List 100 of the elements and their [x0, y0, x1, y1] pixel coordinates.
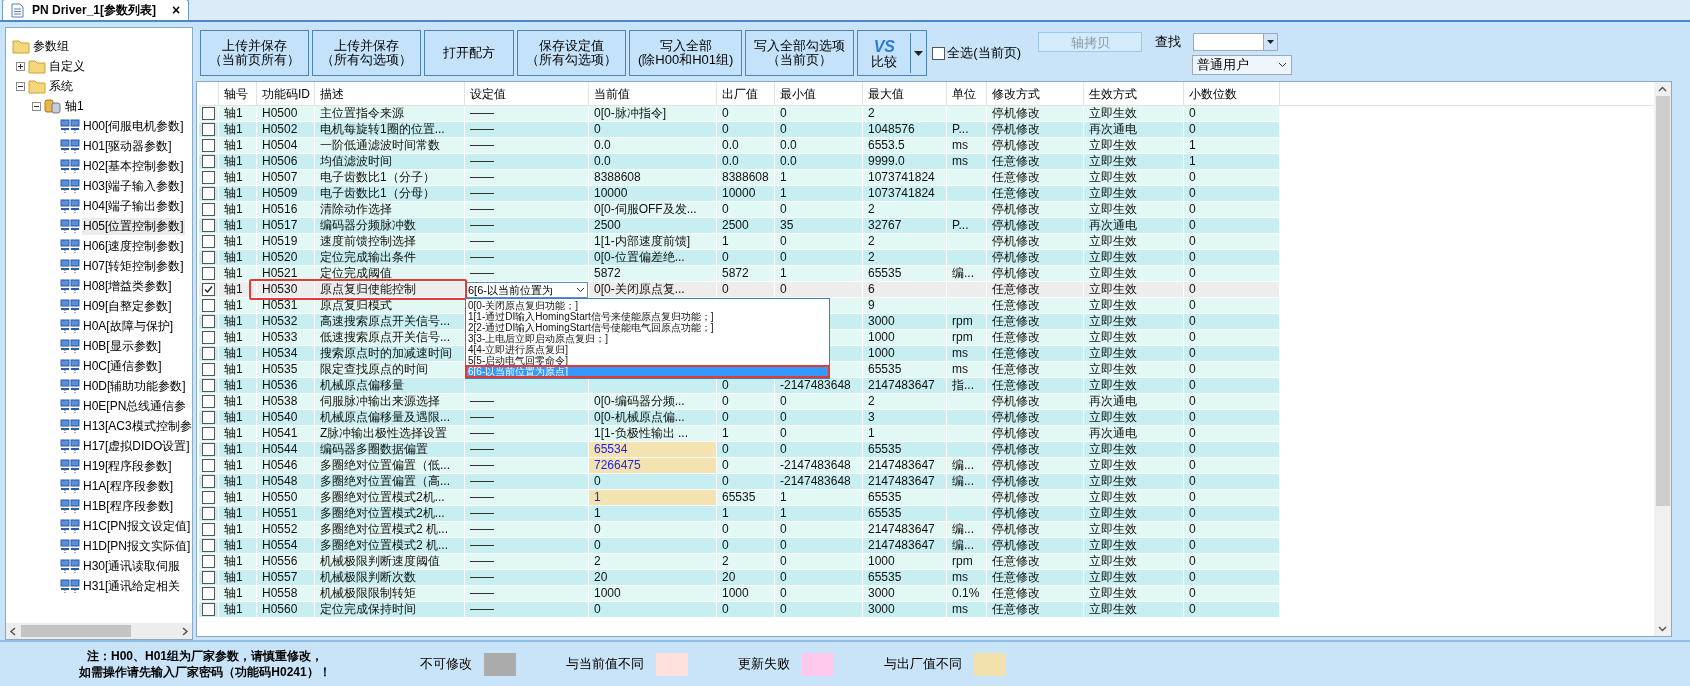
table-cell-text: H0500 [261, 106, 299, 121]
table-cell-text: 2 [867, 250, 876, 265]
table-cell-text: H0531 [261, 298, 299, 313]
table-cell-text: 2147483647 [867, 458, 936, 473]
table-cell-text: 0 [1188, 506, 1197, 521]
table-cell-text: 1 [779, 170, 788, 185]
table-cell-text: 0.0 [779, 138, 798, 153]
table-cell-text: 0 [593, 538, 602, 553]
table-cell-text: H0544 [261, 442, 299, 457]
table-cell-text: 多圈绝对位置模式2机... [319, 490, 446, 505]
table-cell-text: 再次通电 [1088, 394, 1138, 409]
table-cell-text: 0 [779, 250, 788, 265]
table-cell-text: 20 [593, 570, 609, 585]
table-cell-text: 停机修改 [991, 250, 1041, 265]
table-cell-text: 0.0 [593, 138, 612, 153]
table-cell-text: 轴1 [223, 250, 244, 265]
table-cell-text: 轴1 [223, 122, 244, 137]
table-cell-text: P... [951, 218, 970, 233]
table-cell-text: 电子齿数比1（分子） [319, 170, 436, 185]
table-cell-text: 立即生效 [1088, 138, 1138, 153]
table-cell-text: 轴1 [223, 554, 244, 569]
legend-label: 不可修改 [420, 655, 472, 674]
table-cell-text: 1 [1188, 138, 1197, 153]
table-cell-text: 2147483647 [867, 378, 936, 393]
table-cell-text: 任意修改 [991, 602, 1041, 617]
table-cell-text: 20 [721, 570, 737, 585]
table-cell-text: —— [469, 234, 495, 249]
table-cell-text: H0534 [261, 346, 299, 361]
table-cell-text: Z脉冲输出极性选择设置 [319, 426, 449, 441]
table-cell-text: 3000 [867, 602, 896, 617]
table-cell-text: 2 [867, 394, 876, 409]
table-cell-text: 机械极限限制转矩 [319, 586, 417, 601]
table-cell-text: 0 [1188, 298, 1197, 313]
table-cell-text: 编... [951, 458, 975, 473]
table-cell-text: 立即生效 [1088, 506, 1138, 521]
table-cell-text: —— [469, 186, 495, 201]
table-cell-text: 停机修改 [991, 538, 1041, 553]
table-cell-text: ms [951, 138, 969, 153]
table-cell-text: 0 [779, 554, 788, 569]
table-cell-text: ms [951, 570, 969, 585]
table-cell-text: 立即生效 [1088, 602, 1138, 617]
table-cell-text: 0 [779, 586, 788, 601]
table-cell-text: 0 [1188, 394, 1197, 409]
table-cell-text: 立即生效 [1088, 474, 1138, 489]
table-cell-text: 轴1 [223, 282, 244, 297]
table-cell-text: 停机修改 [991, 218, 1041, 233]
table-cell-text: 速度前馈控制选择 [319, 234, 417, 249]
table-cell-text: 10000 [721, 186, 757, 201]
table-cell-text: 0 [1188, 474, 1197, 489]
table-cell-text: 多圈绝对位置偏置（低... [319, 458, 451, 473]
table-cell-text: 限定查找原点的时间 [319, 362, 429, 377]
table-cell-text: 0.0 [779, 154, 798, 169]
table-cell-text: ms [951, 154, 969, 169]
table-cell-text: 7266475 [593, 458, 642, 473]
table-cell-text: 1 [779, 266, 788, 281]
table-cell-text: 停机修改 [991, 202, 1041, 217]
table-cell-text: 8388608 [721, 170, 770, 185]
table-cell-text: H0521 [261, 266, 299, 281]
table-cell-text: 主位置指令来源 [319, 106, 405, 121]
table-cell-text: 轴1 [223, 170, 244, 185]
table-cell-text: 立即生效 [1088, 586, 1138, 601]
table-cell-text: 均值滤波时间 [319, 154, 393, 169]
table-cell-text: P... [951, 122, 970, 137]
table-cell-text: H0506 [261, 154, 299, 169]
legend-label: 更新失败 [738, 655, 790, 674]
table-cell-text: 轴1 [223, 234, 244, 249]
table-cell-text: 0 [779, 570, 788, 585]
table-cell-text: H0509 [261, 186, 299, 201]
table-cell-text: 0 [779, 522, 788, 537]
tab-title: PN Driver_1[参数列表] [32, 2, 157, 19]
table-cell-text: ms [951, 346, 969, 361]
table-cell-text: 0.1% [951, 586, 981, 601]
table-cell-text: 任意修改 [991, 570, 1041, 585]
warning-note: 注：H00、H01组为厂家参数，请慎重修改， 如需操作请先输入厂家密码（功能码H0241）！ [78, 648, 332, 680]
table-cell-text: 1 [593, 490, 602, 505]
table-cell-text: —— [469, 138, 495, 153]
table-cell-text: 停机修改 [991, 410, 1041, 425]
table-cell-text: 轴1 [223, 394, 244, 409]
table-cell-text: 任意修改 [991, 314, 1041, 329]
table-cell-text: —— [469, 106, 495, 121]
table-cell-text: H0502 [261, 122, 299, 137]
table-cell-text: 0 [1188, 170, 1197, 185]
table-cell-text: 35 [779, 218, 795, 233]
table-cell-text: 0 [1188, 330, 1197, 345]
table-cell-text: 0 [779, 442, 788, 457]
table-cell-text: 0 [779, 282, 788, 297]
table-cell-text: 定位完成输出条件 [319, 250, 417, 265]
table-cell-text: 一阶低通滤波时间常数 [319, 138, 441, 153]
table-cell-text: 立即生效 [1088, 154, 1138, 169]
table-cell-text: 2500 [593, 218, 622, 233]
table-cell-text: 轴1 [223, 506, 244, 521]
table-cell-text: 立即生效 [1088, 234, 1138, 249]
table-cell-text: 原点复归模式 [319, 298, 393, 313]
table-cell-text: H0558 [261, 586, 299, 601]
table-cell-text: 0 [593, 602, 602, 617]
table-cell-text: —— [469, 426, 495, 441]
table-cell-text: 1 [779, 186, 788, 201]
table-cell-text: 多圈绝对位置偏置（高... [319, 474, 451, 489]
table-cell-text: 65535 [867, 362, 903, 377]
table-cell-text: 任意修改 [991, 282, 1041, 297]
